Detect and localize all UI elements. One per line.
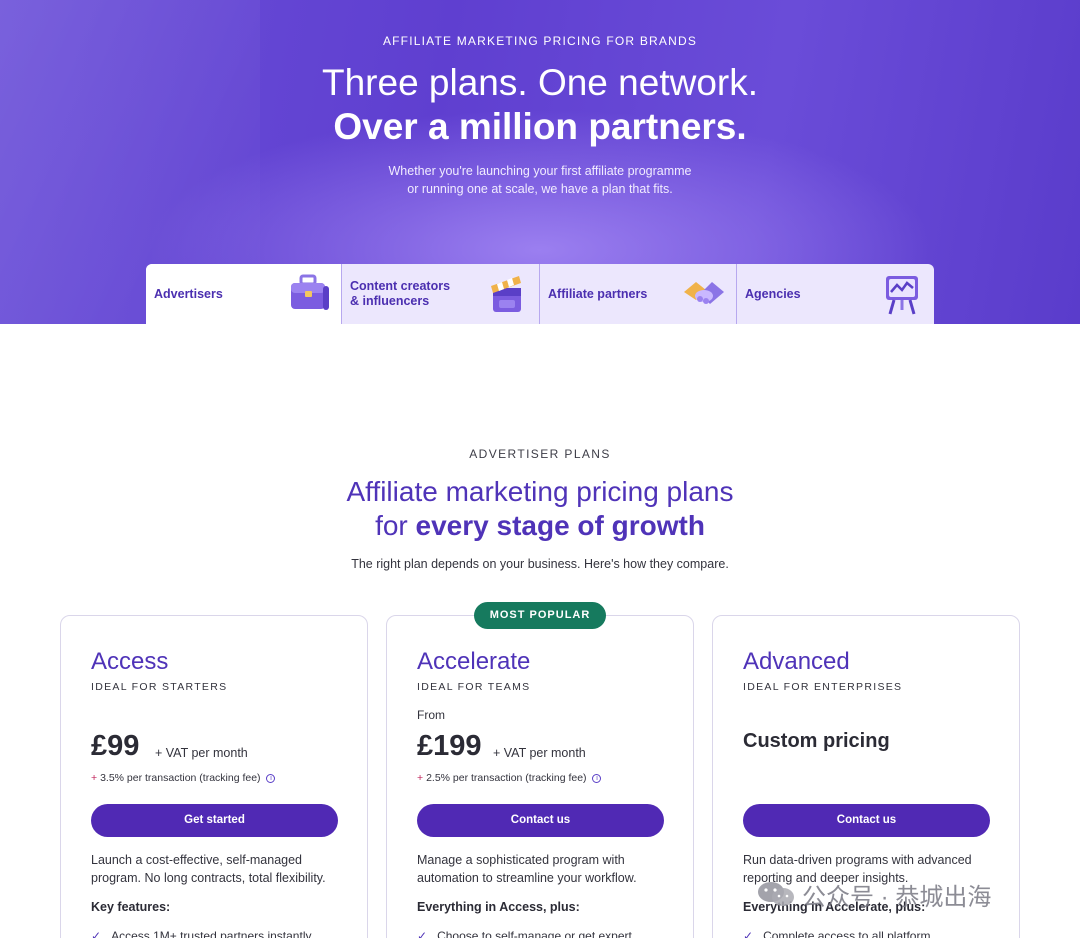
- hero-banner: AFFILIATE MARKETING PRICING FOR BRANDS T…: [0, 0, 1080, 324]
- briefcase-icon: [291, 274, 329, 310]
- watermark-text: 公众号 · 恭城出海: [802, 883, 992, 911]
- plan-features-title: Everything in Access, plus:: [417, 900, 580, 914]
- plan-price: £199: [417, 730, 482, 762]
- info-icon[interactable]: i: [592, 773, 602, 783]
- plan-feature-item: ✓ Access 1M+ trusted partners instantly: [91, 929, 311, 938]
- watermark: 公众号 · 恭城出海: [756, 876, 991, 912]
- hero-subtitle-line1: Whether you're launching your first affi…: [388, 164, 692, 178]
- get-started-button[interactable]: Get started: [91, 804, 338, 837]
- plan-fee-text: 2.5% per transaction (tracking fee): [426, 772, 587, 784]
- clapperboard-icon: [491, 276, 521, 312]
- section-title-prefix: for: [375, 510, 416, 541]
- tab-label-line1: Content creators: [350, 279, 451, 293]
- plan-fee: + 2.5% per transaction (tracking fee) i: [417, 772, 602, 784]
- presentation-board-icon: [886, 276, 918, 315]
- section-title-line1: Affiliate marketing pricing plans: [346, 476, 734, 507]
- hero-title-line2: Over a million partners.: [333, 106, 747, 147]
- info-icon[interactable]: i: [266, 773, 276, 783]
- tab-label: Agencies: [745, 287, 801, 301]
- most-popular-badge: MOST POPULAR: [474, 602, 606, 629]
- hero-subtitle-line2: or running one at scale, we have a plan …: [407, 182, 673, 196]
- tab-label-line2: & influencers: [350, 294, 430, 308]
- plan-price-period: + VAT per month: [155, 746, 248, 760]
- plan-custom-pricing: Custom pricing: [743, 730, 890, 752]
- tab-agencies[interactable]: Agencies: [737, 264, 934, 324]
- plan-description: Launch a cost-effective, self-managed pr…: [91, 853, 326, 885]
- plan-name: Accelerate: [417, 648, 531, 675]
- plan-price-period: + VAT per month: [493, 746, 586, 760]
- plan-feature-text: Complete access to all platform: [763, 929, 931, 938]
- contact-us-button[interactable]: Contact us: [417, 804, 664, 837]
- plan-fee: + 3.5% per transaction (tracking fee) i: [91, 772, 276, 784]
- tab-label: Content creators & influencers: [350, 279, 450, 309]
- audience-tabs: Advertisers Content creators & influence…: [146, 264, 934, 324]
- tab-label: Advertisers: [154, 287, 223, 301]
- plan-ideal: IDEAL FOR TEAMS: [417, 681, 531, 693]
- section-title-bold: every stage of growth: [415, 510, 705, 541]
- plan-ideal: IDEAL FOR STARTERS: [91, 681, 228, 693]
- section-title-line2: for every stage of growth: [0, 510, 1080, 542]
- tab-affiliate-partners[interactable]: Affiliate partners: [540, 264, 737, 324]
- plan-fee-prefix: +: [417, 772, 424, 784]
- plan-name: Access: [91, 648, 169, 675]
- plan-fee-prefix: +: [91, 772, 98, 784]
- plan-feature-text: Choose to self-manage or get expert: [437, 929, 632, 938]
- tab-advertisers[interactable]: Advertisers: [146, 264, 342, 324]
- plan-description: Manage a sophisticated program with auto…: [417, 853, 637, 885]
- handshake-icon: [684, 282, 724, 304]
- plan-card-access: Access IDEAL FOR STARTERS £99 + VAT per …: [60, 615, 368, 938]
- tab-content-creators[interactable]: Content creators & influencers: [342, 264, 540, 324]
- hero-subtitle: Whether you're launching your first affi…: [0, 162, 1080, 198]
- section-eyebrow: ADVERTISER PLANS: [469, 447, 611, 461]
- contact-us-button[interactable]: Contact us: [743, 804, 990, 837]
- plan-price: £99: [91, 730, 140, 762]
- check-icon: ✓: [417, 929, 428, 938]
- plan-feature-text: Access 1M+ trusted partners instantly: [111, 929, 312, 938]
- plan-ideal: IDEAL FOR ENTERPRISES: [743, 681, 903, 693]
- plan-from-label: From: [417, 708, 445, 722]
- check-icon: ✓: [743, 929, 754, 938]
- plan-feature-item: ✓ Complete access to all platform: [743, 929, 930, 938]
- plan-card-accelerate: Accelerate IDEAL FOR TEAMS From £199 + V…: [386, 615, 694, 938]
- plan-feature-item: ✓ Choose to self-manage or get expert: [417, 929, 632, 938]
- plan-name: Advanced: [743, 648, 850, 675]
- hero-title-line1: Three plans. One network.: [322, 62, 758, 103]
- section-subtitle: The right plan depends on your business.…: [351, 557, 729, 571]
- hero-eyebrow: AFFILIATE MARKETING PRICING FOR BRANDS: [382, 34, 698, 48]
- wechat-icon: [758, 882, 794, 906]
- plan-features-title: Key features:: [91, 900, 171, 914]
- check-icon: ✓: [91, 929, 102, 938]
- plan-fee-text: 3.5% per transaction (tracking fee): [100, 772, 261, 784]
- tab-label: Affiliate partners: [548, 287, 648, 301]
